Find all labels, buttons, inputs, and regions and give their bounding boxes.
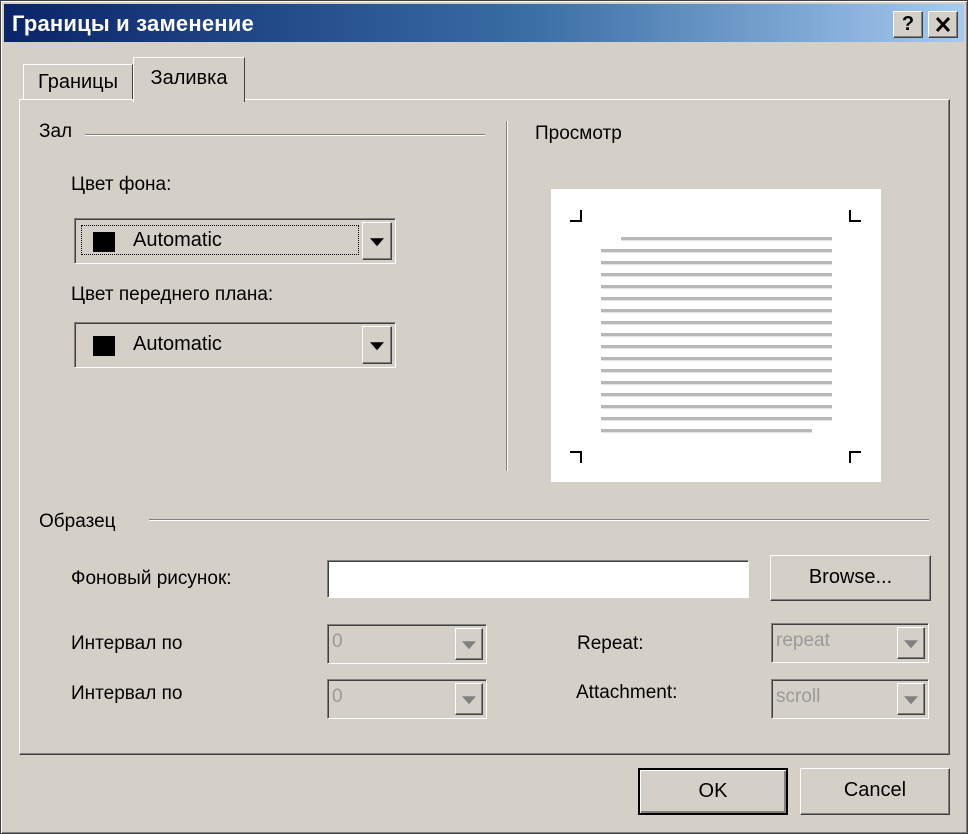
borders-and-shading-dialog: Границы и заменение ? Границы Заливка За… xyxy=(0,0,968,834)
close-button[interactable] xyxy=(928,11,958,38)
close-icon xyxy=(935,16,951,33)
tab-shading[interactable]: Заливка xyxy=(133,57,245,102)
tab-panel xyxy=(19,99,950,755)
cancel-button[interactable]: Cancel xyxy=(800,768,950,815)
dialog-title: Границы и заменение xyxy=(12,11,254,36)
tab-borders[interactable]: Границы xyxy=(23,64,133,100)
ok-button[interactable]: OK xyxy=(638,768,788,815)
help-button[interactable]: ? xyxy=(893,11,923,38)
title-bar[interactable]: Границы и заменение ? xyxy=(4,4,964,42)
